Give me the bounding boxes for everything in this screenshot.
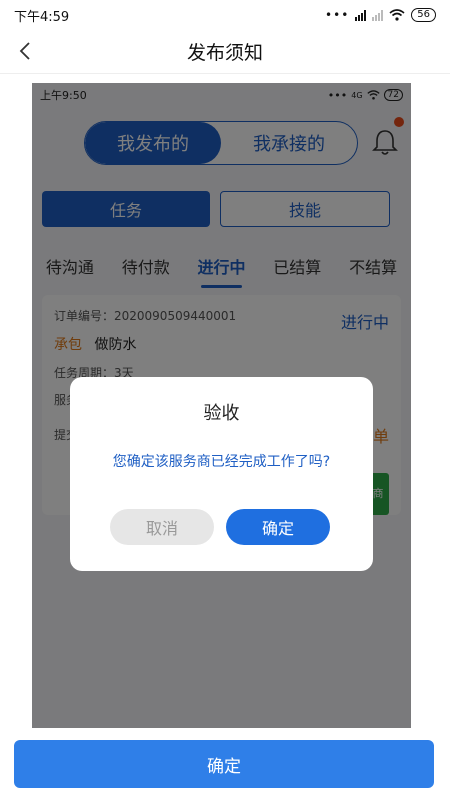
dialog-cancel-button[interactable]: 取消 [110, 509, 214, 545]
page-title: 发布须知 [186, 42, 263, 64]
confirm-button[interactable]: 确定 [14, 740, 434, 788]
acceptance-dialog: 验收 您确定该服务商已经完成工作了吗? 取消 确定 [70, 377, 373, 571]
battery-icon: 56 [411, 8, 436, 22]
status-time: 下午4:59 [14, 9, 70, 25]
chevron-left-icon [19, 42, 30, 60]
back-button[interactable] [10, 36, 40, 66]
status-icons: ••• 56 [325, 8, 436, 22]
dialog-message: 您确定该服务商已经完成工作了吗? [112, 454, 331, 470]
wifi-icon [389, 9, 405, 21]
signal-secondary-icon [372, 9, 384, 21]
more-dots-icon: ••• [325, 8, 350, 22]
status-bar: 下午4:59 ••• 56 [0, 0, 450, 30]
dialog-buttons: 取消 确定 [110, 509, 330, 545]
dialog-title: 验收 [203, 403, 240, 424]
embedded-screenshot: 上午9:50 ••• 4G 72 我发布的 我承接的 任务 技能 待沟通 待付款… [32, 83, 411, 728]
signal-icon [355, 9, 367, 21]
header: 发布须知 [0, 30, 450, 74]
dialog-confirm-button[interactable]: 确定 [226, 509, 330, 545]
